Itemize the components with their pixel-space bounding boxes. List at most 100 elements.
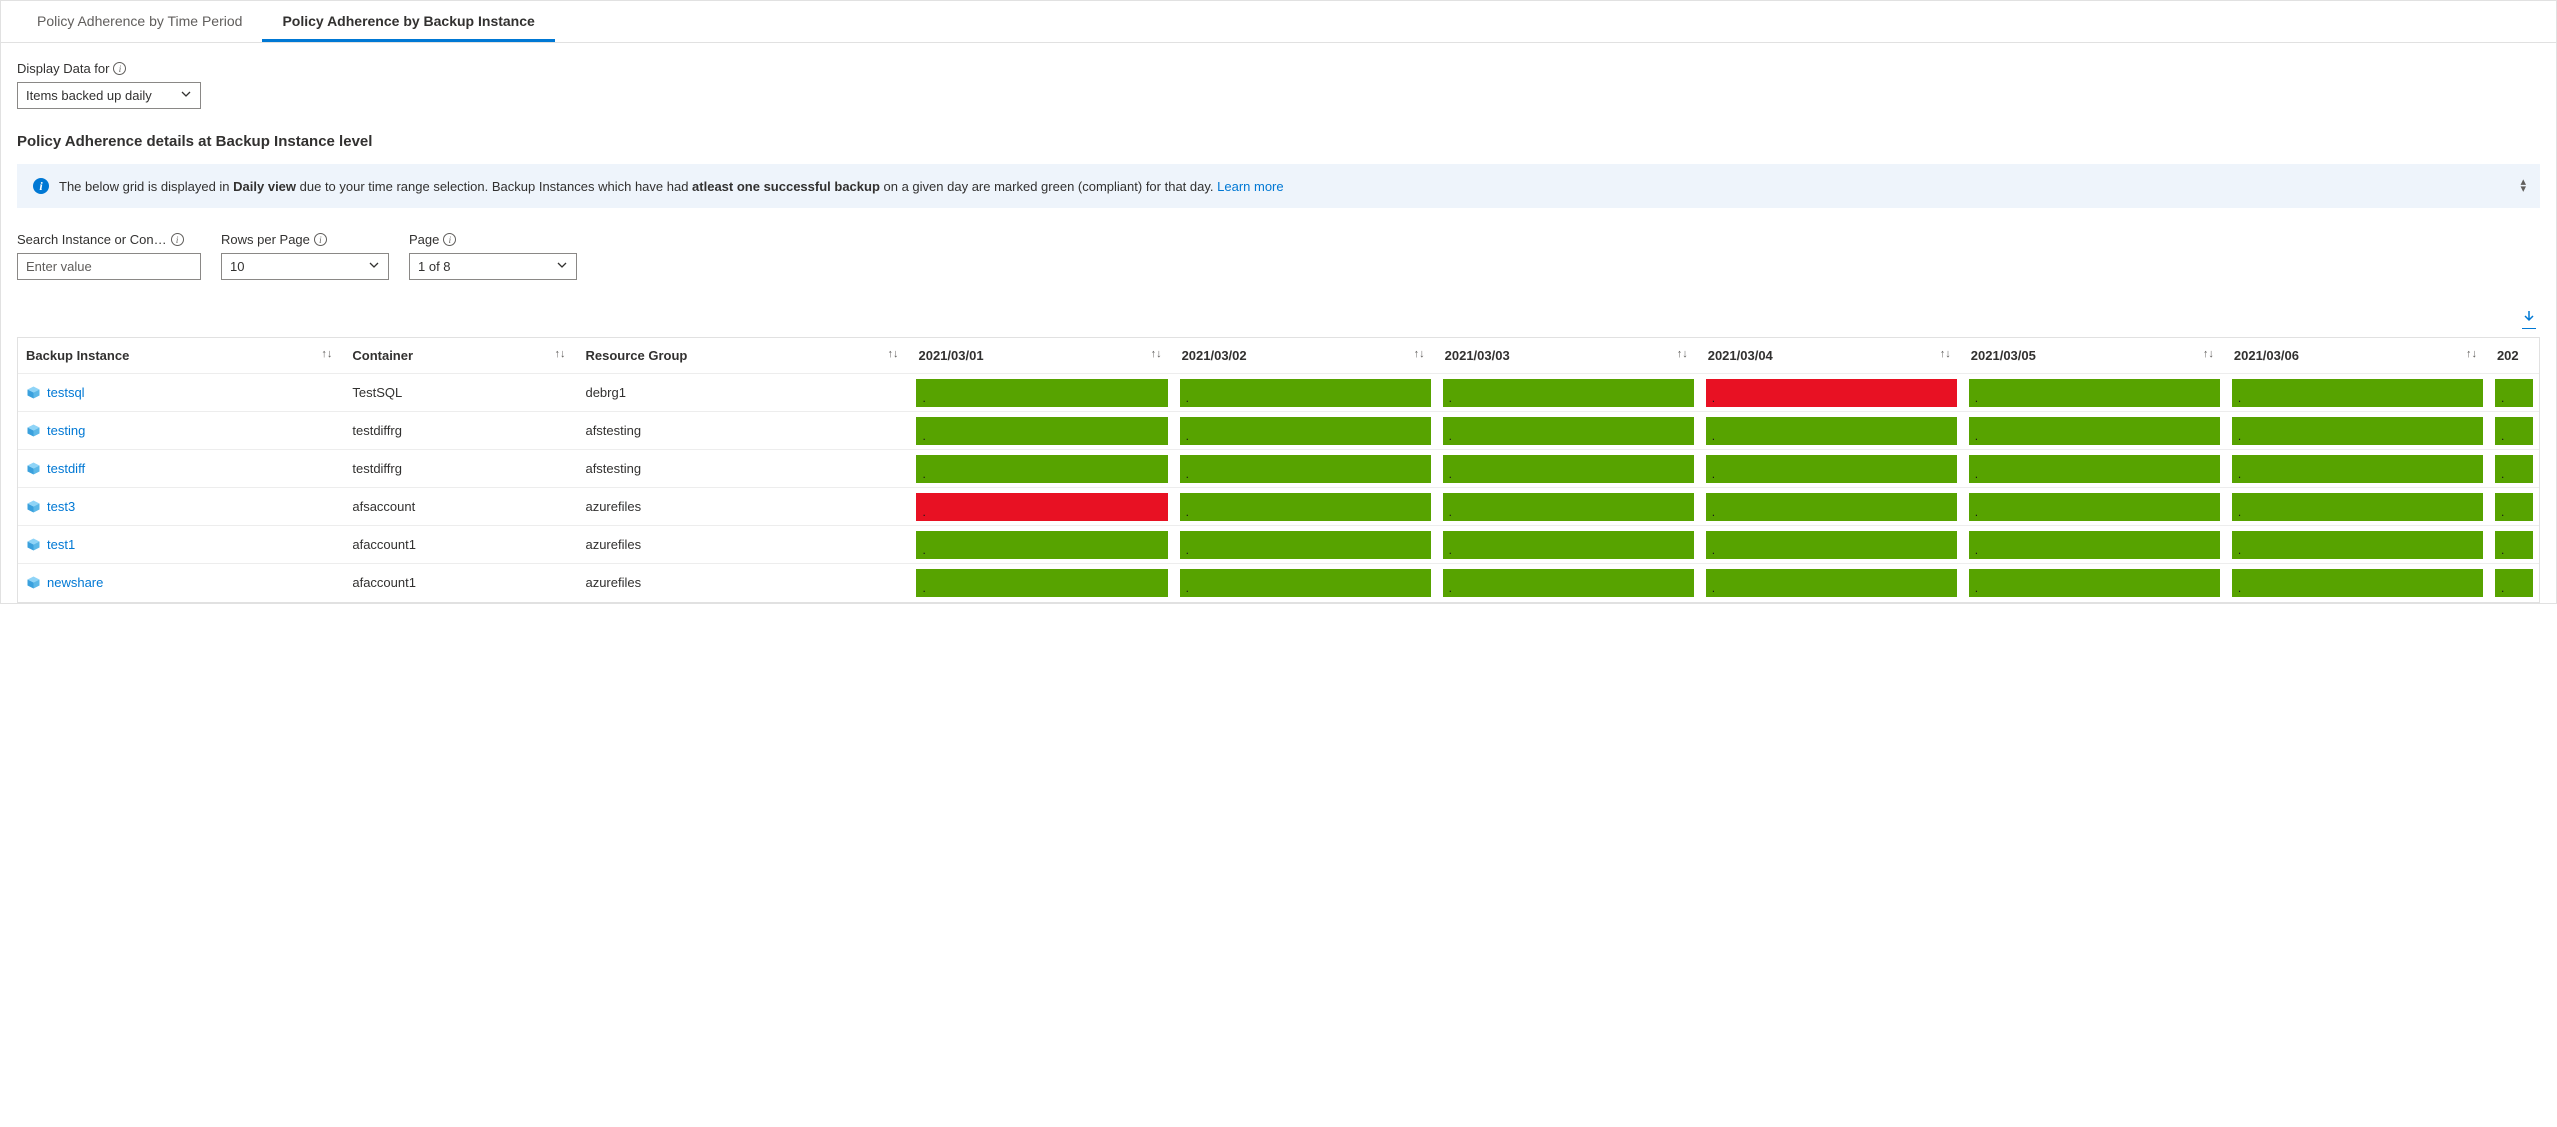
status-cell: .	[1174, 374, 1437, 412]
banner-text-pre: The below grid is displayed in	[59, 179, 233, 194]
status-cell: .	[2489, 374, 2539, 412]
status-green: .	[1969, 379, 2220, 407]
tab-time-period[interactable]: Policy Adherence by Time Period	[17, 1, 262, 42]
th-date-7[interactable]: 202	[2489, 338, 2539, 374]
status-green: .	[2232, 379, 2483, 407]
info-banner: i The below grid is displayed in Daily v…	[17, 164, 2540, 208]
instance-link[interactable]: testsql	[47, 385, 85, 400]
instance-link[interactable]: test1	[47, 537, 75, 552]
th-text: 2021/03/04	[1708, 348, 1773, 363]
th-text: 2021/03/01	[918, 348, 983, 363]
download-icon[interactable]	[2522, 310, 2536, 329]
th-resource-group[interactable]: Resource Group↑↓	[577, 338, 910, 374]
display-data-value: Items backed up daily	[26, 88, 152, 103]
status-cell: .	[1700, 450, 1963, 488]
resource-group-cell: azurefiles	[577, 526, 910, 564]
status-cell: .	[1174, 412, 1437, 450]
instance-cell[interactable]: testdiff	[26, 461, 336, 476]
th-text: 2021/03/05	[1971, 348, 2036, 363]
status-cell: .	[2226, 526, 2489, 564]
instance-link[interactable]: testing	[47, 423, 85, 438]
page-select[interactable]: 1 of 8	[409, 253, 577, 280]
display-data-label: Display Data for i	[17, 61, 2540, 76]
th-backup-instance[interactable]: Backup Instance↑↓	[18, 338, 344, 374]
sort-icon: ↑↓	[1151, 348, 1162, 360]
table-row: test3afsaccountazurefiles.......	[18, 488, 2539, 526]
info-icon[interactable]: i	[113, 62, 126, 75]
status-green: .	[1969, 455, 2220, 483]
info-icon[interactable]: i	[443, 233, 456, 246]
learn-more-link[interactable]: Learn more	[1217, 179, 1283, 194]
rows-label-text: Rows per Page	[221, 232, 310, 247]
status-cell: .	[2226, 564, 2489, 602]
tabs: Policy Adherence by Time Period Policy A…	[1, 1, 2556, 43]
instance-cell[interactable]: test1	[26, 537, 336, 552]
th-date-3[interactable]: 2021/03/03↑↓	[1437, 338, 1700, 374]
status-cell: .	[1700, 488, 1963, 526]
status-cell: .	[2489, 488, 2539, 526]
instance-link[interactable]: newshare	[47, 575, 103, 590]
instance-cell[interactable]: testing	[26, 423, 336, 438]
info-banner-icon: i	[33, 178, 49, 194]
table-row: test1afaccount1azurefiles.......	[18, 526, 2539, 564]
status-green: .	[1443, 455, 1694, 483]
status-green: .	[1443, 417, 1694, 445]
display-data-label-text: Display Data for	[17, 61, 109, 76]
table-row: testingtestdiffrgafstesting.......	[18, 412, 2539, 450]
search-input[interactable]	[17, 253, 201, 280]
sort-icon: ↑↓	[321, 348, 332, 360]
status-green: .	[1969, 493, 2220, 521]
status-green: .	[2495, 493, 2533, 521]
th-container[interactable]: Container↑↓	[344, 338, 577, 374]
page-label: Page i	[409, 232, 577, 247]
rows-per-page-select[interactable]: 10	[221, 253, 389, 280]
instance-cell[interactable]: testsql	[26, 385, 336, 400]
th-date-1[interactable]: 2021/03/01 ↑↓	[910, 338, 1173, 374]
info-icon[interactable]: i	[314, 233, 327, 246]
table-row: testdifftestdiffrgafstesting.......	[18, 450, 2539, 488]
banner-sort-icon[interactable]: ▴▾	[2520, 179, 2526, 193]
rows-label: Rows per Page i	[221, 232, 389, 247]
instance-cell[interactable]: test3	[26, 499, 336, 514]
status-cell: .	[1700, 412, 1963, 450]
status-cell: .	[910, 526, 1173, 564]
controls-row: Search Instance or Con… i Rows per Page …	[17, 232, 2540, 280]
display-data-select[interactable]: Items backed up daily	[17, 82, 201, 109]
status-cell: .	[910, 488, 1173, 526]
th-date-6[interactable]: 2021/03/06↑↓	[2226, 338, 2489, 374]
status-green: .	[1969, 531, 2220, 559]
status-cell: .	[1174, 488, 1437, 526]
status-green: .	[1706, 569, 1957, 597]
th-date-5[interactable]: 2021/03/05 ↑↓	[1963, 338, 2226, 374]
status-cell: .	[1963, 412, 2226, 450]
status-cell: .	[1963, 488, 2226, 526]
search-label-text: Search Instance or Con…	[17, 232, 167, 247]
tab-backup-instance[interactable]: Policy Adherence by Backup Instance	[262, 1, 554, 42]
banner-bold2: atleast one successful backup	[692, 179, 880, 194]
status-cell: .	[1437, 450, 1700, 488]
th-text: 2021/03/02	[1182, 348, 1247, 363]
info-icon[interactable]: i	[171, 233, 184, 246]
sort-icon: ↑↓	[2203, 348, 2214, 360]
instance-cell[interactable]: newshare	[26, 575, 336, 590]
instance-link[interactable]: testdiff	[47, 461, 85, 476]
status-cell: .	[1963, 526, 2226, 564]
sort-icon: ↑↓	[1940, 348, 1951, 360]
status-green: .	[1180, 379, 1431, 407]
status-green: .	[1443, 379, 1694, 407]
container-cell: afsaccount	[344, 488, 577, 526]
status-green: .	[2232, 493, 2483, 521]
resource-group-cell: azurefiles	[577, 488, 910, 526]
th-text: 202	[2497, 348, 2519, 363]
th-text: Container	[352, 348, 413, 363]
sort-icon: ↑↓	[1414, 348, 1425, 360]
th-date-4[interactable]: 2021/03/04 ↑↓	[1700, 338, 1963, 374]
status-green: .	[1180, 455, 1431, 483]
th-text: 2021/03/06	[2234, 348, 2299, 363]
table-row: newshareafaccount1azurefiles.......	[18, 564, 2539, 602]
rows-value: 10	[230, 259, 244, 274]
chevron-down-icon	[368, 259, 380, 274]
status-cell: .	[2489, 450, 2539, 488]
instance-link[interactable]: test3	[47, 499, 75, 514]
th-date-2[interactable]: 2021/03/02 ↑↓	[1174, 338, 1437, 374]
